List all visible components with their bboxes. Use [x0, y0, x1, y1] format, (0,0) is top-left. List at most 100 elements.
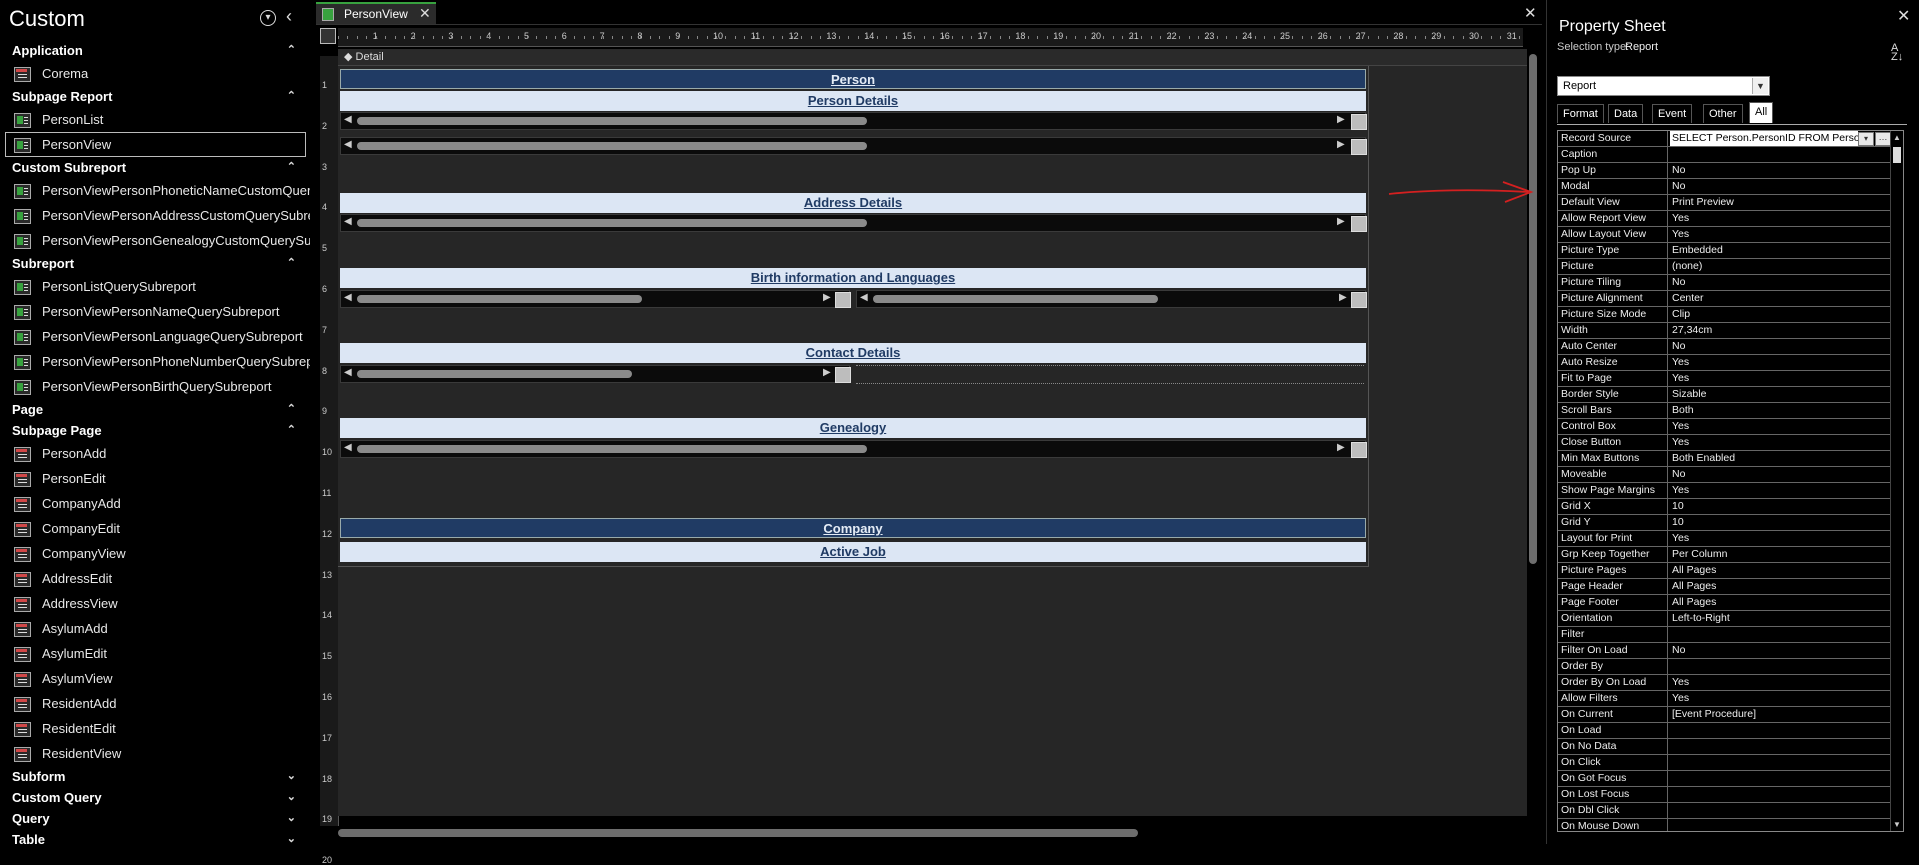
tab-personview[interactable]: PersonView ✕: [316, 2, 436, 24]
property-row[interactable]: On Dbl Click: [1558, 803, 1903, 819]
label-active-job[interactable]: Active Job: [340, 542, 1366, 562]
nav-group-header[interactable]: Table ⌄: [0, 829, 310, 844]
empty-subreport-placeholder[interactable]: [856, 365, 1364, 384]
nav-group-header[interactable]: Subform ⌄: [0, 766, 310, 787]
nav-group-header[interactable]: Subreport ⌃: [0, 253, 310, 274]
property-row[interactable]: Picture Type Embedded: [1558, 243, 1903, 259]
property-value[interactable]: [1670, 659, 1891, 674]
property-row[interactable]: Show Page Margins Yes: [1558, 483, 1903, 499]
property-row[interactable]: Min Max Buttons Both Enabled: [1558, 451, 1903, 467]
subreport-address[interactable]: ◀ ▶: [340, 214, 1367, 232]
property-row[interactable]: Border Style Sizable: [1558, 387, 1903, 403]
property-row[interactable]: Width 27,34cm: [1558, 323, 1903, 339]
scroll-down-icon[interactable]: ▼: [1893, 820, 1901, 829]
nav-item[interactable]: ↗ PersonEdit: [0, 466, 310, 491]
chevron-down-icon[interactable]: ⌄: [287, 766, 296, 787]
property-row[interactable]: On Lost Focus: [1558, 787, 1903, 803]
subreport-genealogy[interactable]: ◀ ▶: [340, 440, 1367, 458]
property-value[interactable]: No: [1670, 339, 1891, 354]
property-value[interactable]: [1670, 627, 1891, 642]
property-row[interactable]: Picture Alignment Center: [1558, 291, 1903, 307]
chevron-up-icon[interactable]: ⌃: [287, 40, 296, 61]
property-value[interactable]: [1670, 739, 1891, 754]
nav-group-header[interactable]: Custom Subreport ⌃: [0, 157, 310, 178]
chevron-down-icon[interactable]: ▾: [1858, 132, 1874, 146]
designer-vertical-scrollbar[interactable]: [1527, 44, 1539, 824]
property-grid-scrollbar[interactable]: ▲ ▼: [1890, 131, 1903, 831]
nav-item[interactable]: ↗ PersonList: [0, 107, 310, 132]
property-row[interactable]: Caption: [1558, 147, 1903, 163]
property-row[interactable]: Scroll Bars Both: [1558, 403, 1903, 419]
tab-all[interactable]: All: [1749, 102, 1774, 123]
property-value[interactable]: Sizable: [1670, 387, 1891, 402]
scroll-thumb[interactable]: [1529, 54, 1537, 564]
property-value[interactable]: [1670, 787, 1891, 802]
property-value[interactable]: Left-to-Right: [1670, 611, 1891, 626]
property-row[interactable]: Close Button Yes: [1558, 435, 1903, 451]
property-row[interactable]: Auto Resize Yes: [1558, 355, 1903, 371]
object-selector-dropdown[interactable]: Report ▼: [1557, 76, 1770, 96]
nav-group-header[interactable]: Custom Query ⌄: [0, 787, 310, 808]
nav-item[interactable]: ↗ CompanyEdit: [0, 516, 310, 541]
property-row[interactable]: On Click: [1558, 755, 1903, 771]
detail-section-bar[interactable]: ◆ Detail: [338, 49, 1538, 66]
tab-data[interactable]: Data: [1608, 104, 1644, 123]
label-company[interactable]: Company: [340, 518, 1366, 538]
property-row[interactable]: Moveable No: [1558, 467, 1903, 483]
property-value[interactable]: No: [1670, 467, 1891, 482]
nav-item[interactable]: ↗ AsylumView: [0, 666, 310, 691]
property-value[interactable]: Clip: [1670, 307, 1891, 322]
nav-item[interactable]: ↗ CompanyAdd: [0, 491, 310, 516]
property-value[interactable]: Yes: [1670, 531, 1891, 546]
property-grid[interactable]: Record Source SELECT Person.PersonID FROM…: [1557, 130, 1904, 832]
property-row[interactable]: Auto Center No: [1558, 339, 1903, 355]
property-value[interactable]: Yes: [1670, 211, 1891, 226]
property-row[interactable]: Grid Y 10: [1558, 515, 1903, 531]
nav-item[interactable]: ↗ AsylumEdit: [0, 641, 310, 666]
nav-group-header[interactable]: Subpage Report ⌃: [0, 86, 310, 107]
property-row[interactable]: Layout for Print Yes: [1558, 531, 1903, 547]
nav-item[interactable]: ↗ ResidentView: [0, 741, 310, 766]
property-value[interactable]: [1670, 819, 1891, 831]
nav-item[interactable]: ↗ PersonViewPersonAddressCustomQuerySubre…: [0, 203, 310, 228]
property-value[interactable]: No: [1670, 275, 1891, 290]
tab-event[interactable]: Event: [1652, 104, 1693, 123]
property-value[interactable]: No: [1670, 179, 1891, 194]
nav-item[interactable]: ↗ PersonViewPersonGenealogyCustomQuerySub…: [0, 228, 310, 253]
tab-other[interactable]: Other: [1703, 104, 1743, 123]
property-row[interactable]: Page Footer All Pages: [1558, 595, 1903, 611]
chevron-up-icon[interactable]: ⌃: [287, 420, 296, 441]
nav-item[interactable]: ↗ PersonViewPersonBirthQuerySubreport: [0, 374, 310, 399]
property-value[interactable]: Per Column: [1670, 547, 1891, 562]
property-row[interactable]: Pop Up No: [1558, 163, 1903, 179]
property-value[interactable]: 10: [1670, 515, 1891, 530]
property-value[interactable]: All Pages: [1670, 595, 1891, 610]
chevron-up-icon[interactable]: ⌃: [287, 399, 296, 420]
property-row[interactable]: Picture Pages All Pages: [1558, 563, 1903, 579]
property-value[interactable]: Yes: [1670, 691, 1891, 706]
nav-item[interactable]: ↗ PersonViewPersonNameQuerySubreport: [0, 299, 310, 324]
property-value[interactable]: Yes: [1670, 419, 1891, 434]
subreport-phone-number[interactable]: ◀ ▶: [340, 365, 851, 383]
designer-horizontal-scrollbar[interactable]: [322, 826, 1522, 840]
subreport-person-name[interactable]: ◀ ▶: [340, 112, 1367, 130]
nav-item[interactable]: ↗ PersonListQuerySubreport: [0, 274, 310, 299]
property-row[interactable]: Picture (none): [1558, 259, 1903, 275]
scroll-thumb[interactable]: [1893, 147, 1901, 163]
property-value[interactable]: All Pages: [1670, 579, 1891, 594]
chevron-down-icon[interactable]: ⌄: [287, 829, 296, 844]
property-row[interactable]: Orientation Left-to-Right: [1558, 611, 1903, 627]
property-row[interactable]: On Mouse Down: [1558, 819, 1903, 831]
property-row[interactable]: Picture Size Mode Clip: [1558, 307, 1903, 323]
property-row[interactable]: Control Box Yes: [1558, 419, 1903, 435]
property-value[interactable]: All Pages: [1670, 563, 1891, 578]
property-value[interactable]: No: [1670, 163, 1891, 178]
property-value[interactable]: Both Enabled: [1670, 451, 1891, 466]
property-value[interactable]: Yes: [1670, 435, 1891, 450]
label-person[interactable]: Person: [340, 69, 1366, 89]
property-value[interactable]: Center: [1670, 291, 1891, 306]
property-value[interactable]: [Event Procedure]: [1670, 707, 1891, 722]
label-person-details[interactable]: Person Details: [340, 91, 1366, 111]
property-value[interactable]: 10: [1670, 499, 1891, 514]
nav-item[interactable]: ↗ PersonViewPersonLanguageQuerySubreport: [0, 324, 310, 349]
